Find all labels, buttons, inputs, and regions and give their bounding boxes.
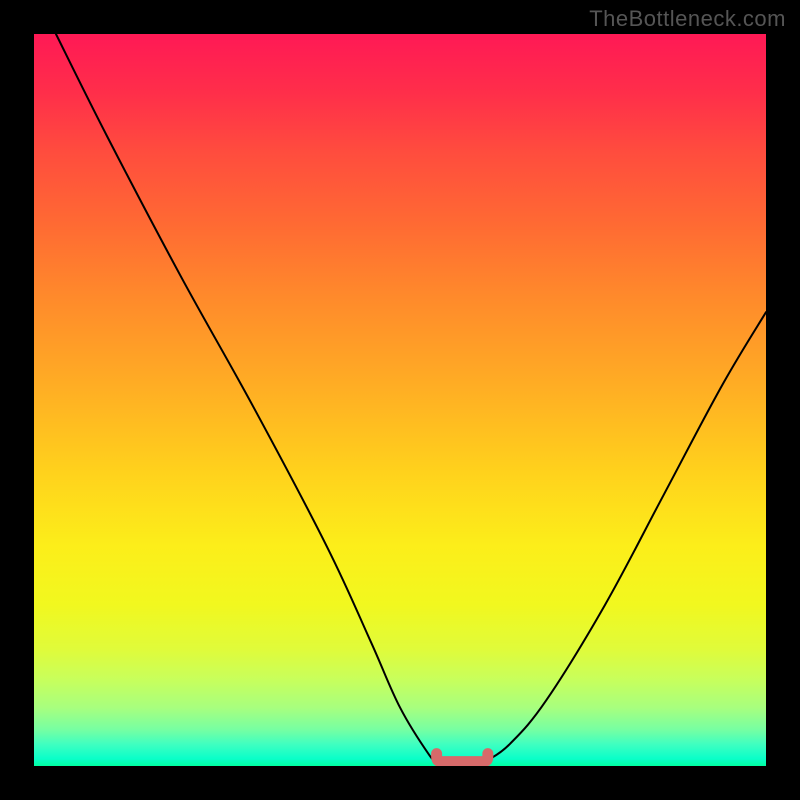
curve-layer: [34, 34, 766, 766]
plot-area: [34, 34, 766, 766]
curve-left-branch: [56, 34, 437, 761]
curve-right-branch: [488, 312, 766, 760]
watermark-text: TheBottleneck.com: [589, 6, 786, 32]
chart-frame: TheBottleneck.com: [0, 0, 800, 800]
bottom-marker: [437, 754, 488, 762]
